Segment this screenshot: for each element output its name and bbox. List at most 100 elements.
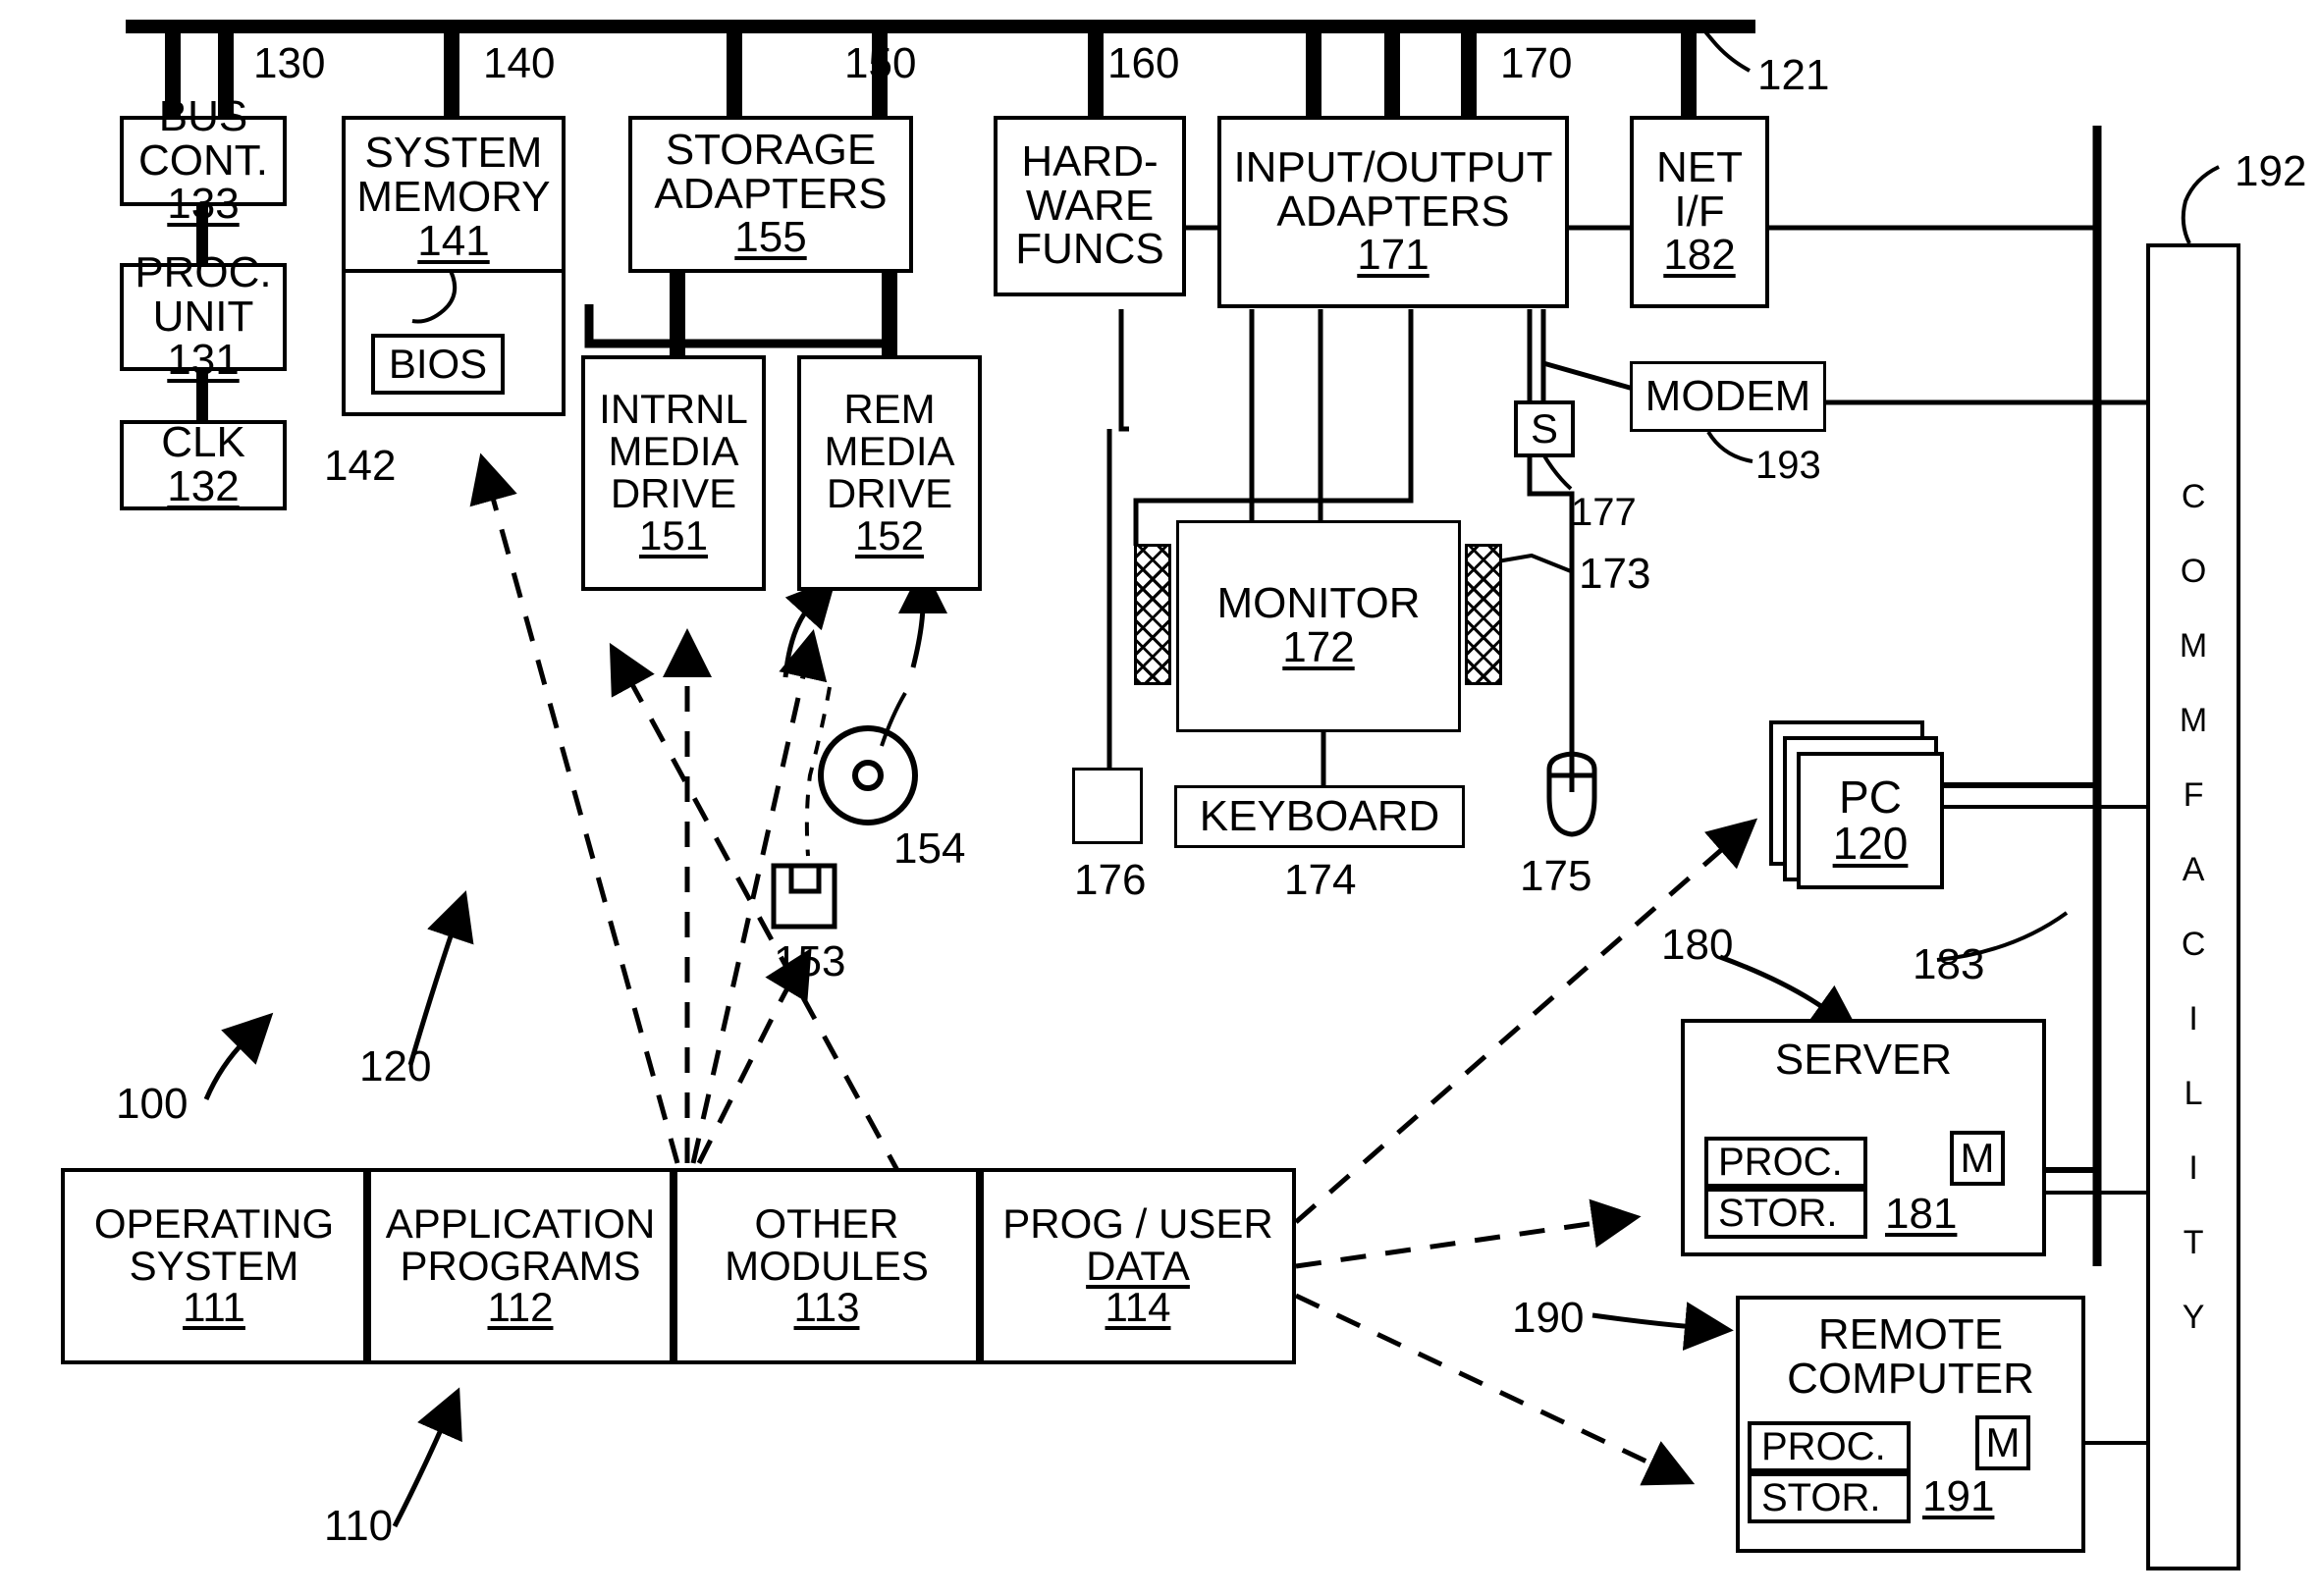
block-proc-unit: PROC. UNIT 131 [120,250,287,382]
system-bus-bar [126,20,1755,33]
keyboard-label: KEYBOARD [1199,791,1440,840]
block-bus-controller: BUS CONT. 133 [120,94,287,226]
hardware-funcs-line-2: WARE [1025,181,1155,230]
block-pc: PC 120 [1797,752,1944,889]
ref-120: 120 [359,1042,432,1091]
bus-stub-6 [1088,31,1104,116]
ref-175: 175 [1520,852,1592,900]
other-line-1: OTHER [754,1199,899,1247]
internal-media-drive-num: 151 [638,511,709,559]
server-stor-label: STOR. [1718,1191,1838,1235]
net-if-num: 182 [1663,231,1736,280]
net-if-line-2: I/F [1674,186,1725,236]
ref-142: 142 [324,442,397,490]
floppy-disk-icon [771,863,837,930]
block-device-176 [1072,768,1143,844]
drive-stub-removable [882,273,897,355]
bus-stub-9 [1461,31,1477,116]
remote-proc: PROC. [1748,1421,1911,1472]
internal-media-drive-line-2: MEDIA [608,428,739,475]
software-cell-operating-system: OPERATING SYSTEM 111 [61,1168,367,1364]
bus-label-170: 170 [1500,39,1573,87]
remote-proc-label: PROC. [1761,1424,1886,1468]
monitor-label: MONITOR [1216,579,1421,628]
monitor-num: 172 [1282,623,1355,671]
io-adapters-num: 171 [1357,231,1429,280]
block-s: S [1514,400,1575,457]
progdata-line-1: PROG / USER [1002,1199,1273,1247]
block-keyboard: KEYBOARD [1174,785,1465,848]
remote-num: 191 [1922,1472,1995,1520]
bus-stub-10 [1681,31,1697,116]
ref-121: 121 [1757,51,1830,99]
ref-190: 190 [1512,1294,1585,1342]
bus-label-140: 140 [483,39,556,87]
speaker-left [1134,544,1171,685]
ref-176: 176 [1074,856,1147,904]
ref-193: 193 [1755,444,1821,487]
remote-m-label: M [1985,1419,2021,1465]
pc-num: 120 [1832,818,1909,869]
bus-stub-7 [1306,31,1321,116]
bus-stub-8 [1384,31,1400,116]
progdata-num: 114 [1105,1284,1171,1331]
modem-label: MODEM [1645,371,1811,420]
removable-media-drive-line-3: DRIVE [826,470,953,516]
system-memory-num: 141 [417,216,490,265]
server-title: SERVER [1774,1036,1953,1084]
mouse-icon [1546,751,1597,837]
removable-media-drive-line-2: MEDIA [824,428,955,475]
comm-facility-label: C O M M F A C I L I T Y [2175,478,2213,1336]
server-m-label: M [1960,1135,1995,1181]
bus-label-160: 160 [1107,39,1180,87]
storage-adapters-line-2: ADAPTERS [654,169,888,218]
remote-computer-title-2: COMPUTER [1787,1354,2034,1403]
block-net-if: NET I/F 182 [1630,116,1769,308]
internal-media-drive-line-1: INTRNL [599,386,748,433]
os-line-1: OPERATING [93,1199,335,1247]
bus-controller-line-1: BUS [158,91,248,140]
os-line-2: SYSTEM [129,1242,299,1289]
server-proc-label: PROC. [1718,1140,1843,1184]
storage-adapters-num: 155 [734,213,807,262]
pc-label: PC [1839,771,1902,824]
removable-media-drive-line-1: REM [843,386,936,433]
patent-figure: 130 140 150 160 170 121 BUS CONT. 133 PR… [0,0,2319,1596]
proc-unit-line-2: UNIT [152,292,254,341]
system-memory-line-1: SYSTEM [364,129,543,177]
other-line-2: MODULES [725,1242,929,1289]
app-line-1: APPLICATION [385,1199,656,1247]
block-comm-facility: C O M M F A C I L I T Y [2146,243,2240,1570]
wire-proc-clk [196,371,208,420]
internal-media-drive-line-3: DRIVE [610,470,737,516]
server-proc: PROC. [1704,1137,1867,1188]
ref-180: 180 [1661,921,1734,969]
ref-154: 154 [893,825,966,873]
remote-stor-label: STOR. [1761,1475,1881,1519]
block-system-memory: SYSTEM MEMORY 141 [342,116,566,273]
remote-computer-title-1: REMOTE [1817,1310,2004,1358]
software-cell-other-modules: OTHER MODULES 113 [674,1168,980,1364]
proc-unit-line-1: PROC. [135,247,272,296]
app-line-2: PROGRAMS [400,1242,641,1289]
block-storage-adapters: STORAGE ADAPTERS 155 [628,116,913,273]
block-clk: CLK 132 [120,420,287,510]
ref-110: 110 [324,1502,394,1550]
drive-stub-internal [670,273,685,355]
ref-192: 192 [2235,147,2307,195]
os-num: 111 [183,1284,245,1331]
bus-label-130: 130 [253,39,326,87]
remote-m: M [1975,1415,2030,1470]
clk-label: CLK [161,418,245,467]
optical-disc-icon [818,725,918,825]
s-label: S [1530,404,1558,452]
net-if-line-1: NET [1656,142,1743,191]
bus-stub-4 [727,31,742,116]
bus-controller-line-2: CONT. [138,135,268,185]
storage-adapters-line-1: STORAGE [665,125,877,174]
block-io-adapters: INPUT/OUTPUT ADAPTERS 171 [1217,116,1569,308]
ref-173: 173 [1579,550,1651,598]
ref-100: 100 [116,1080,189,1128]
system-memory-body [342,271,566,416]
bus-stub-3 [444,31,459,116]
